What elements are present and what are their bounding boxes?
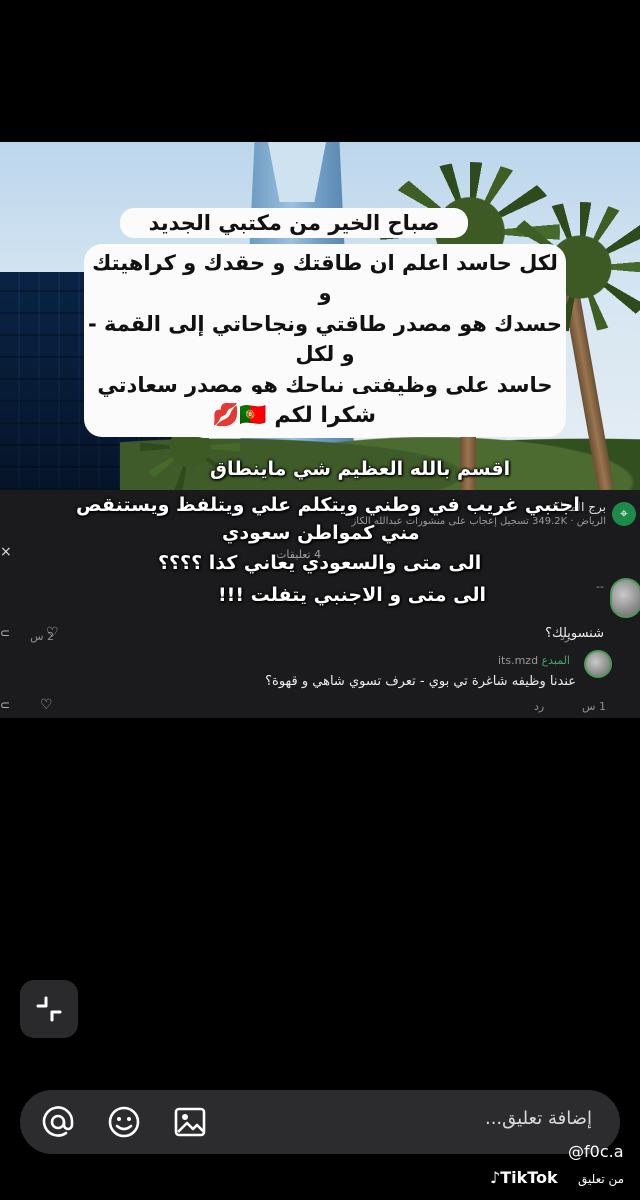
heart-icon[interactable]: ♡: [40, 698, 54, 712]
avatar[interactable]: [584, 650, 612, 678]
avatar[interactable]: [610, 578, 640, 618]
tiktok-logo: ♪TikTok: [490, 1168, 558, 1187]
overlay-line: اجنبي غريب في وطني ويتكلم علي ويتلفظ ويس…: [76, 494, 580, 516]
like-icon[interactable]: ⊂: [0, 698, 10, 712]
comment-username[interactable]: its.mzd: [498, 654, 538, 667]
comment-time: 1 س: [582, 700, 606, 713]
creator-badge: المبدع: [541, 654, 570, 667]
caption-thanks: شكرا لكم 🇵🇹💋: [190, 394, 398, 438]
caption-title: صباح الخير من مكتبي الجديد: [120, 208, 468, 239]
comment-text: عندنا وظيفه شاغرة تي بوي - تعرف تسوي شاه…: [265, 674, 576, 689]
mention-icon[interactable]: [40, 1104, 76, 1140]
shrink-icon: [36, 996, 62, 1022]
overlay-line: مني كمواطن سعودي: [222, 522, 420, 544]
watermark-from: من تعليق: [578, 1172, 625, 1186]
location-pin-icon: ⌖: [612, 502, 636, 526]
comment-author[interactable]: المبدع its.mzd: [498, 654, 576, 667]
comment-text: شنسويلك؟: [545, 626, 604, 641]
close-icon[interactable]: ×: [0, 544, 12, 560]
overlay-line: اقسم بالله العظيم شي ماينطاق: [210, 458, 511, 480]
caption-line: لكل حاسد اعلم ان طاقتك و حقدك و كراهيتك …: [92, 251, 558, 306]
emoji-icon[interactable]: [106, 1104, 142, 1140]
reply-button[interactable]: رد: [534, 700, 544, 713]
comment-author[interactable]: --: [596, 580, 604, 593]
minimize-button[interactable]: [20, 980, 78, 1038]
comment-input[interactable]: إضافة تعليق...: [485, 1108, 592, 1129]
tiktok-note-icon: ♪: [490, 1168, 501, 1187]
image-icon[interactable]: [172, 1104, 208, 1140]
like-icon[interactable]: ⊂: [0, 626, 10, 640]
overlay-line: الى متى والسعودي يعاني كذا ؟؟؟؟: [158, 552, 482, 574]
overlay-line: الى متى و الاجنبي يتفلت !!!: [218, 584, 487, 606]
caption-line: حسدك هو مصدر طاقتي ونجاحاتي إلى القمة - …: [87, 311, 563, 367]
reply-button[interactable]: رد: [560, 630, 570, 643]
heart-icon[interactable]: ♡: [46, 626, 60, 640]
creator-handle: @f0c.a: [568, 1142, 624, 1161]
